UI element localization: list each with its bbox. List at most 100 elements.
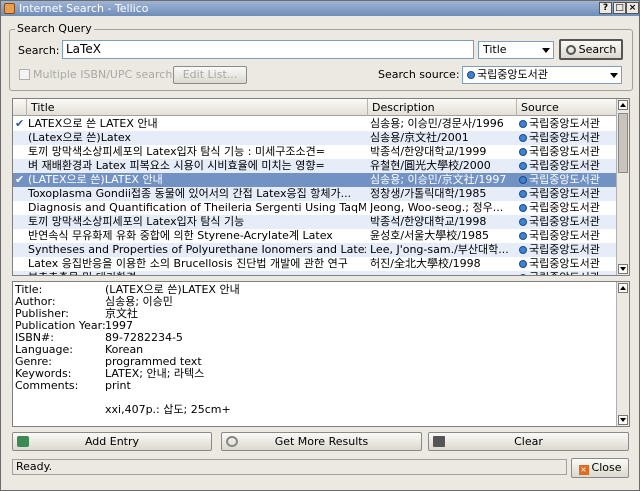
globe-icon [519, 162, 527, 170]
title-bar[interactable]: Internet Search - Tellico ? □ × [1, 1, 639, 16]
check-icon [15, 258, 26, 269]
cell-source-text: 국립중앙도서관 [529, 201, 600, 214]
check-icon [15, 132, 26, 143]
search-button[interactable]: Search [559, 39, 623, 60]
scroll-up-arrow[interactable] [618, 283, 628, 293]
cell-source: 국립중앙도서관 [519, 215, 617, 229]
entry-detail-panel: Title: (LATEX으로 쓴)LATEX 안내 Author: 심송용; 이승민… [12, 281, 630, 427]
cell-source: 국립중앙도서관 [519, 173, 617, 187]
close-label: Close [591, 461, 622, 474]
status-text: Ready. [16, 460, 53, 473]
cell-source: 국립중앙도서관 [519, 187, 617, 201]
scroll-down-arrow[interactable] [618, 415, 628, 425]
cell-title: LATEX으로 쓴 LATEX 안내 [28, 117, 158, 130]
cell-description: 정창생/가톨릭대학/1985 [370, 187, 487, 200]
maximize-button[interactable]: □ [613, 2, 626, 14]
clear-icon [433, 436, 445, 447]
globe-icon [519, 148, 527, 156]
table-row[interactable]: 토끼 망막색소상피세포의 Latex입자 탐식 기능 박종석/한양대학교/1998… [13, 215, 617, 229]
edit-list-button[interactable]: Edit List... [173, 66, 247, 84]
search-field-select[interactable]: Title [478, 41, 554, 59]
table-row[interactable]: Latex 응집반응을 이용한 소의 Brucellosis 진단법 개발에 관… [13, 257, 617, 271]
check-column-header[interactable] [13, 99, 27, 116]
detail-value: print [105, 379, 131, 392]
multiple-isbn-label: Multiple ISBN/UPC search [33, 68, 173, 81]
column-header-source[interactable]: Source [517, 99, 617, 116]
cell-description: 유철현/圓光大學校/2000 [370, 159, 491, 172]
help-button[interactable]: ? [599, 2, 612, 14]
table-row[interactable]: 벼 재배환경과 Latex 피복요소 시용이 시비효율에 미치는 영향= 유철현/… [13, 159, 617, 173]
cell-title: 부추추출물 및 대기환경... [28, 271, 366, 275]
chevron-down-icon [610, 73, 618, 78]
search-source-select[interactable]: 국립중앙도서관 [462, 66, 622, 84]
cell-source: 국립중앙도서관 [519, 201, 617, 215]
cell-source-text: 국립중앙도서관 [529, 257, 600, 270]
cell-source: 국립중앙도서관 [519, 117, 617, 131]
cell-description: 박종석/한양대학교/1998 [370, 215, 487, 228]
scroll-down-arrow[interactable] [618, 264, 628, 274]
cell-description [370, 271, 515, 275]
table-row[interactable]: 반연속식 무유화제 유화 중합에 의한 Styrene-Acrylate계 La… [13, 229, 617, 243]
results-table: Title Description Source ✔ LATEX으로 쓴 LATE… [12, 98, 630, 276]
dialog-window: Internet Search - Tellico ? □ × Search Q… [0, 0, 640, 491]
table-row[interactable]: Toxoplasma Gondii접종 동물에 있어서의 간접 Latex응집 … [13, 187, 617, 201]
detail-scrollbar[interactable] [616, 282, 629, 426]
globe-icon [519, 246, 527, 254]
table-row[interactable]: (Latex으로 쓴)Latex 심송용/京文社/2001 국립중앙도서관 [13, 131, 617, 145]
table-row[interactable]: 토끼 망막색소상피세포의 Latex입자 탐식 기능 : 미세구조소견= 박종석/… [13, 145, 617, 159]
table-row[interactable]: ✔ (LATEX으로 쓴)LATEX 안내 심송용; 이승민/京文社/1997 국립중… [13, 173, 617, 187]
cell-source-text: 국립중앙도서관 [529, 145, 600, 158]
search-query-label: Search Query [15, 22, 94, 35]
chevron-down-icon [542, 48, 550, 53]
close-window-button[interactable]: × [626, 2, 639, 14]
multiple-isbn-checkbox[interactable] [19, 69, 30, 80]
search-button-label: Search [578, 43, 617, 56]
status-bar: Ready. [12, 459, 567, 475]
window-title: Internet Search - Tellico [19, 2, 149, 15]
scroll-thumb[interactable] [618, 113, 628, 173]
magnifier-icon [226, 436, 238, 447]
cell-source-text: 국립중앙도서관 [529, 173, 600, 186]
globe-icon [519, 232, 527, 240]
get-more-results-label: Get More Results [274, 435, 369, 448]
cell-title: Toxoplasma Gondii접종 동물에 있어서의 간접 Latex응집 … [28, 187, 352, 200]
table-row[interactable]: Diagnosis and Quantification of Theileri… [13, 201, 617, 215]
table-row[interactable]: 부추추출물 및 대기환경... 국립중앙도서관 [13, 271, 617, 275]
search-input[interactable]: LaTeX [62, 40, 474, 59]
cell-description: 허진/全北大學校/1998 [370, 257, 481, 270]
globe-icon [519, 120, 527, 128]
search-source-value: 국립중앙도서관 [477, 68, 548, 81]
cell-description: Jeong, Woo-seog.; 정우... [370, 201, 504, 214]
cell-title: 토끼 망막색소상피세포의 Latex입자 탐식 기능 [28, 215, 245, 228]
add-entry-button[interactable]: Add Entry [12, 432, 212, 451]
globe-icon [519, 218, 527, 226]
get-more-results-button[interactable]: Get More Results [221, 432, 422, 451]
cell-description: 심송용/京文社/2001 [370, 131, 469, 144]
check-icon [15, 146, 26, 157]
cell-title: 벼 재배환경과 Latex 피복요소 시용이 시비효율에 미치는 영향= [28, 159, 325, 172]
results-scrollbar[interactable] [616, 99, 629, 275]
cell-source-text: 국립중앙도서관 [529, 117, 600, 130]
column-header-description[interactable]: Description [368, 99, 517, 116]
cell-title: 토끼 망막색소상피세포의 Latex입자 탐식 기능 : 미세구조소견= [28, 145, 325, 158]
cell-title: Syntheses and Properties of Polyurethane… [28, 243, 366, 256]
cell-title: (LATEX으로 쓴)LATEX 안내 [28, 173, 163, 186]
clear-button[interactable]: Clear [428, 432, 629, 451]
cell-title: 반연속식 무유화제 유화 중합에 의한 Styrene-Acrylate계 La… [28, 229, 333, 242]
table-row[interactable]: ✔ LATEX으로 쓴 LATEX 안내 심송용; 이승민/경문사/1996 국립중앙… [13, 117, 617, 131]
edit-list-label: Edit List... [182, 68, 238, 81]
cell-title: Diagnosis and Quantification of Theileri… [28, 201, 366, 214]
scroll-up-arrow[interactable] [618, 100, 628, 110]
table-row[interactable]: Syntheses and Properties of Polyurethane… [13, 243, 617, 257]
cell-description: Lee, J'ong-sam./부산대학... [370, 243, 509, 256]
column-header-title[interactable]: Title [27, 99, 368, 116]
check-icon [15, 216, 26, 227]
add-icon [17, 436, 29, 447]
check-icon [15, 244, 26, 255]
add-entry-label: Add Entry [84, 435, 140, 448]
check-icon [15, 272, 26, 275]
detail-key: Comments: [15, 379, 79, 392]
search-label: Search: [18, 44, 60, 57]
cell-description: 박종석/한양대학교/1999 [370, 145, 487, 158]
close-button[interactable]: × Close [571, 458, 629, 478]
